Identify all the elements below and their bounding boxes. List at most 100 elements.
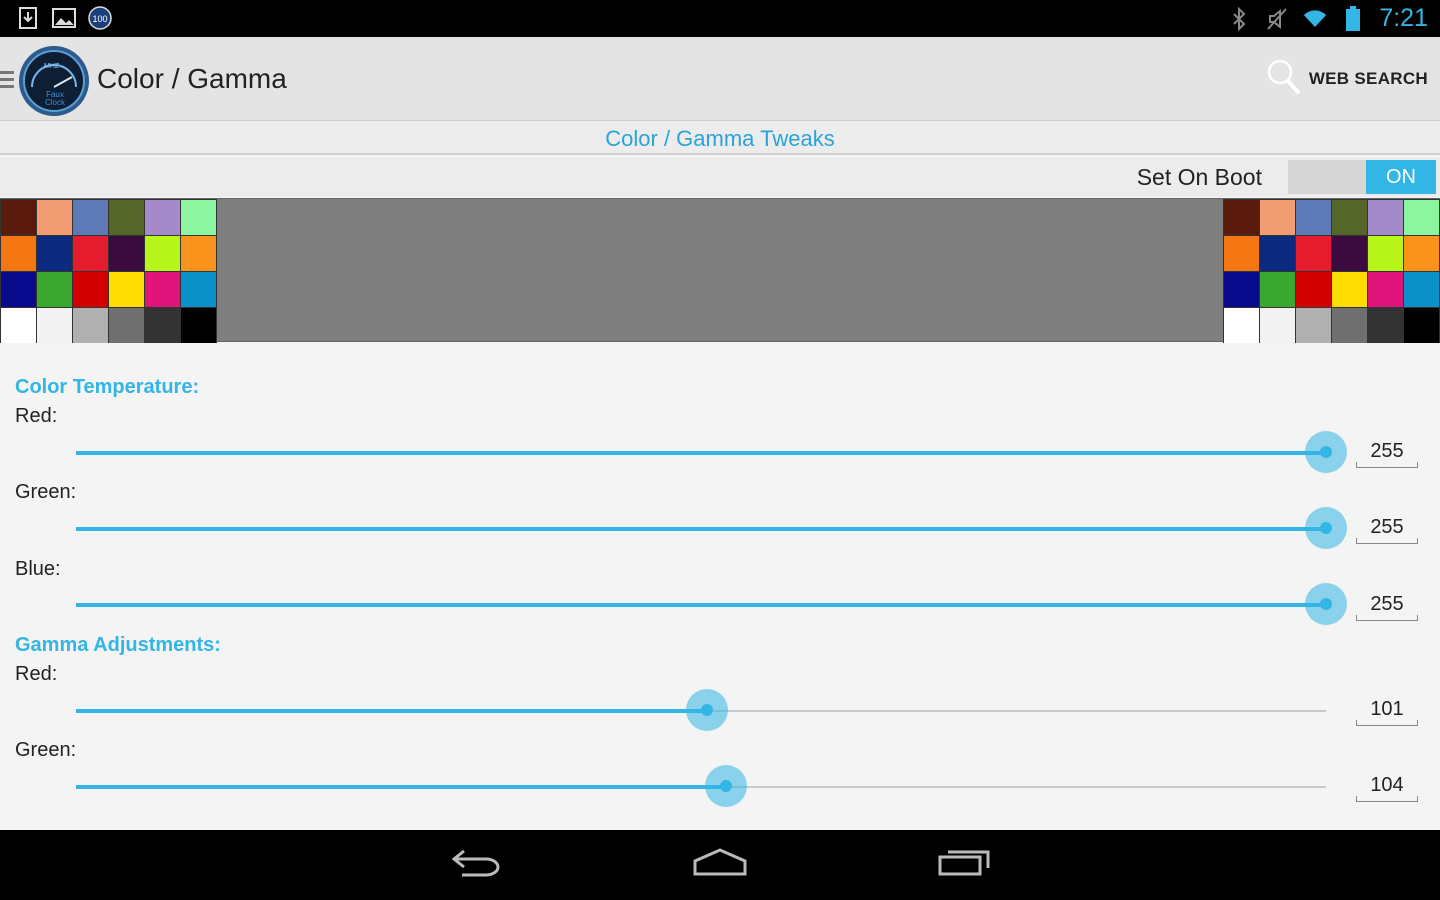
gamma-red-value[interactable]: 101	[1356, 694, 1418, 726]
color-swatch	[37, 200, 72, 235]
set-on-boot-toggle[interactable]: ON	[1288, 160, 1436, 194]
color-swatch	[1260, 272, 1295, 307]
color-swatch	[1404, 200, 1439, 235]
color-swatch	[1296, 308, 1331, 343]
color-swatch	[73, 272, 108, 307]
color-swatch	[37, 272, 72, 307]
slider-thumb[interactable]	[705, 765, 747, 807]
color-swatch	[1, 272, 36, 307]
color-swatch	[1332, 200, 1367, 235]
web-search-label: WEB SEARCH	[1308, 69, 1428, 88]
ct-red-label: Red:	[15, 405, 58, 427]
set-on-boot-label: Set On Boot	[1136, 164, 1262, 190]
color-swatch	[1404, 236, 1439, 271]
color-swatch	[1368, 308, 1403, 343]
color-swatch	[73, 236, 108, 271]
color-swatch	[37, 308, 72, 343]
toggle-state: ON	[1366, 160, 1436, 194]
color-swatch	[1224, 236, 1259, 271]
slider-fill	[76, 527, 1326, 531]
color-swatch	[1368, 236, 1403, 271]
color-swatch	[109, 308, 144, 343]
color-swatch	[73, 308, 108, 343]
battery-badge: 100	[92, 13, 108, 24]
color-swatch	[1368, 272, 1403, 307]
color-swatch	[37, 236, 72, 271]
color-swatch	[181, 272, 216, 307]
section-title: Color / Gamma Tweaks	[605, 126, 835, 151]
app-logo[interactable]: MHZ Faux Clock	[18, 45, 90, 117]
color-swatch	[109, 272, 144, 307]
color-swatch	[145, 200, 180, 235]
color-preview	[0, 198, 1440, 344]
gamma-red-slider[interactable]	[76, 689, 1326, 731]
wifi-icon	[1303, 7, 1327, 31]
color-swatch	[73, 200, 108, 235]
battery-saver-icon: 100	[88, 6, 112, 30]
color-swatch	[109, 200, 144, 235]
navigation-bar	[0, 830, 1440, 900]
recents-icon	[936, 847, 992, 882]
set-on-boot-row: Set On Boot ON	[0, 157, 1440, 197]
color-swatch	[145, 272, 180, 307]
color-swatch	[1404, 272, 1439, 307]
slider-fill	[76, 785, 726, 789]
logo-text-top: MHZ	[44, 63, 60, 70]
slider-thumb[interactable]	[1305, 507, 1347, 549]
back-icon	[450, 847, 504, 882]
section-header: Color / Gamma Tweaks	[0, 121, 1440, 155]
color-swatch	[109, 236, 144, 271]
gamma-red-label: Red:	[15, 663, 58, 685]
drawer-menu-icon[interactable]	[0, 69, 14, 89]
color-swatch	[1332, 236, 1367, 271]
slider-thumb[interactable]	[1305, 583, 1347, 625]
slider-thumb[interactable]	[1305, 431, 1347, 473]
slider-thumb[interactable]	[686, 689, 729, 731]
download-icon	[16, 6, 40, 30]
color-swatch	[1296, 236, 1331, 271]
swatch-grid-right	[1223, 199, 1440, 344]
back-button[interactable]	[447, 844, 507, 884]
clock: 7:21	[1379, 4, 1428, 32]
color-swatch	[181, 308, 216, 343]
ct-red-slider[interactable]	[76, 431, 1347, 473]
ct-blue-label: Blue:	[15, 558, 61, 580]
home-button[interactable]	[690, 844, 750, 884]
status-bar: 100 7:21	[0, 0, 1440, 37]
color-swatch	[1296, 272, 1331, 307]
color-swatch	[1224, 308, 1259, 343]
slider-fill	[76, 709, 708, 713]
ct-green-slider[interactable]	[76, 507, 1347, 549]
color-swatch	[1404, 308, 1439, 343]
gamma-green-slider[interactable]	[76, 765, 1326, 807]
color-swatch	[1260, 200, 1295, 235]
color-swatch	[1332, 272, 1367, 307]
slider-fill	[76, 451, 1326, 455]
ct-green-label: Green:	[15, 481, 77, 503]
ct-green-value[interactable]: 255	[1356, 512, 1418, 544]
color-swatch	[1, 308, 36, 343]
gamma-green-label: Green:	[15, 739, 77, 761]
system-icons: 7:21	[1227, 4, 1428, 33]
ct-blue-value[interactable]: 255	[1356, 589, 1418, 621]
swatch-grid-left	[0, 199, 217, 344]
home-icon	[692, 847, 748, 882]
mute-icon	[1265, 7, 1289, 31]
notification-icons: 100	[16, 6, 112, 30]
gamma-green-value[interactable]: 104	[1356, 770, 1418, 802]
slider-fill	[76, 603, 1326, 607]
color-swatch	[1224, 200, 1259, 235]
image-icon	[52, 6, 76, 30]
ct-blue-slider[interactable]	[76, 583, 1347, 625]
bluetooth-icon	[1227, 6, 1251, 31]
color-temperature-title: Color Temperature:	[15, 376, 200, 398]
color-swatch	[145, 236, 180, 271]
action-bar: MHZ Faux Clock Color / Gamma WEB SEARCH	[0, 37, 1440, 121]
search-icon	[1267, 59, 1301, 100]
color-swatch	[1260, 236, 1295, 271]
recents-button[interactable]	[934, 844, 994, 884]
page-title: Color / Gamma	[97, 63, 287, 94]
web-search-button[interactable]: WEB SEARCH	[1267, 59, 1428, 99]
settings-content: Color Temperature: Red: 255 Green: 255 B…	[0, 343, 1440, 827]
ct-red-value[interactable]: 255	[1356, 436, 1418, 468]
